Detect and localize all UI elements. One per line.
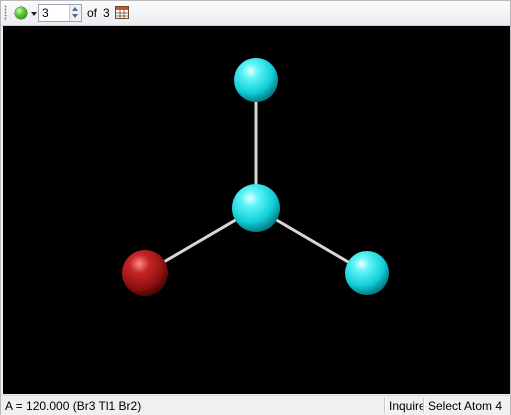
table-icon[interactable] [115,6,129,19]
status-mode: Inquire [389,399,426,413]
structure-total: 3 [103,6,110,20]
toolbar-grip[interactable] [4,5,7,21]
status-action: Select Atom 4 [428,399,503,413]
dropdown-arrow-icon [31,12,37,16]
structure-number-input[interactable]: 3 [42,6,49,20]
atom-tl1[interactable] [232,184,280,232]
spin-down-icon[interactable] [72,14,78,18]
status-divider [423,398,425,413]
status-message: A = 120.000 (Br3 Tl1 Br2) [5,399,142,413]
molecule-viewer-window: 3 of 3 A = 120.000 (Br3 Tl1 Br2) Inquire… [0,0,511,415]
atom-br4[interactable] [345,251,389,295]
green-sphere-icon [15,7,27,19]
status-bar: A = 120.000 (Br3 Tl1 Br2) Inquire Select… [1,395,510,415]
spin-up-icon[interactable] [72,7,78,11]
status-divider [384,398,386,413]
molecule-viewport[interactable] [3,26,510,394]
model-menu-button[interactable] [13,4,39,22]
spinner-buttons [69,5,81,21]
toolbar: 3 of 3 [1,1,510,26]
atom-br2[interactable] [122,250,168,296]
of-label: of [87,6,98,20]
molecule-scene [122,58,389,296]
structure-number-spinner[interactable]: 3 [38,4,82,22]
atom-br3[interactable] [234,58,278,102]
